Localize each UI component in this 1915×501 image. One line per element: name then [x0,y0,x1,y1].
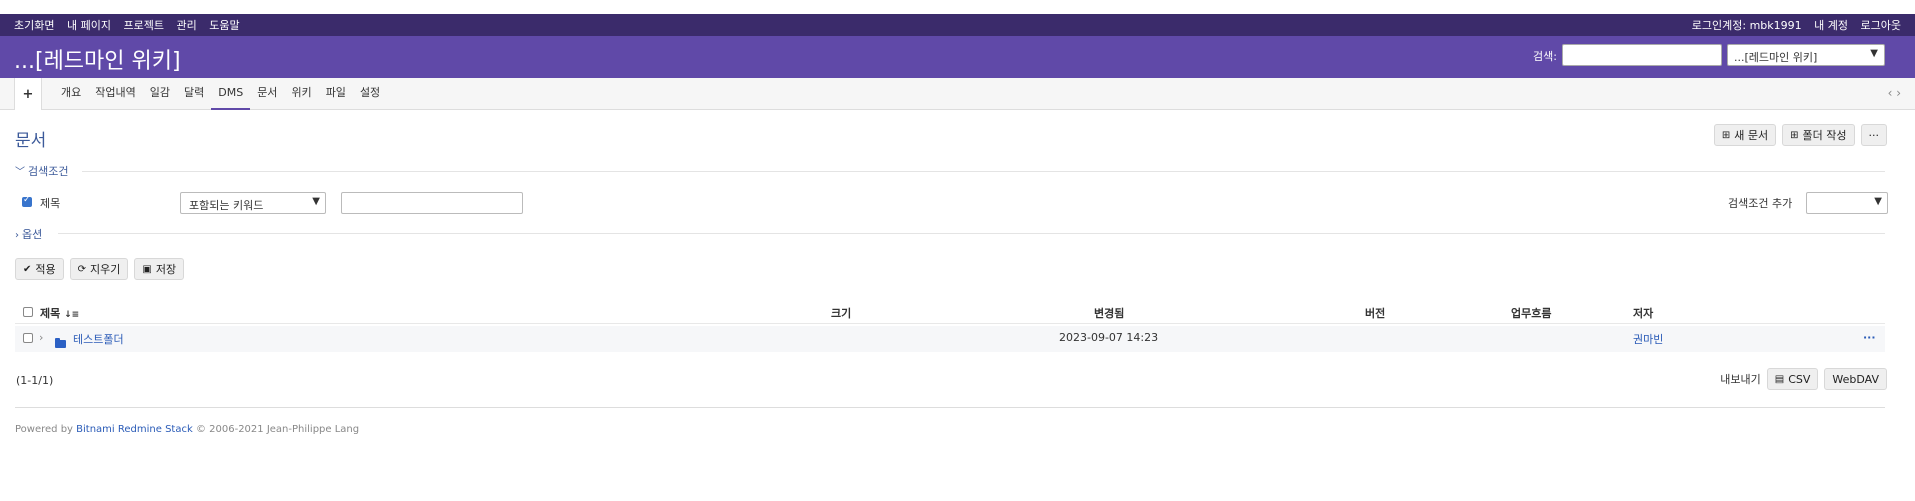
tab-issues[interactable]: 일감 [143,78,177,110]
add-filter-select[interactable]: ▼ [1806,192,1888,214]
header: ...[레드마인 위키] 검색: ...[레드마인 위키] ▼ [0,36,1915,78]
chevron-right-icon: › [15,230,19,241]
page-title: 문서 [15,131,47,151]
export-csv-label: CSV [1788,372,1811,386]
export-csv-button[interactable]: ▤ CSV [1766,368,1819,390]
footer-copyright: © 2006-2021 Jean-Philippe Lang [195,424,360,435]
row-checkbox[interactable] [23,333,33,343]
top-menu-projects[interactable]: 프로젝트 [123,19,163,32]
check-icon: ✔ [23,263,32,275]
row-author-link[interactable]: 권마빈 [1633,331,1663,347]
top-menu-links: 초기화면 내 페이지 프로젝트 관리 도움말 [14,17,249,33]
tab-dms[interactable]: DMS [211,78,251,110]
more-actions-button[interactable]: ··· [1860,124,1887,146]
search-label: 검색: [1533,50,1557,63]
file-icon: ▤ [1774,373,1785,385]
footer-product-link[interactable]: Bitnami Redmine Stack [76,424,193,435]
filter-title-checkbox[interactable] [22,195,32,207]
filter-operator-select[interactable]: 포함되는 키워드 ▼ [180,192,326,214]
plus-icon: ⊞ [1790,129,1799,141]
project-title: ...[레드마인 위키] [14,49,181,74]
top-menu-my-page[interactable]: 내 페이지 [67,19,111,32]
search-input[interactable] [1562,44,1722,66]
tab-settings[interactable]: 설정 [353,78,387,110]
tab-wiki[interactable]: 위키 [284,78,318,110]
my-account-link[interactable]: 내 계정 [1814,19,1848,32]
logged-in-as: 로그인계정: mbk1991 [1691,19,1802,32]
top-menu-home[interactable]: 초기화면 [14,19,54,32]
save-label: 저장 [155,263,177,276]
filter-title-label: 제목 [40,197,61,210]
clear-label: 지우기 [90,263,121,276]
top-menu-admin[interactable]: 관리 [176,19,196,32]
top-menu-help[interactable]: 도움말 [209,19,239,32]
export-links: 내보내기 ▤ CSV WebDAV [1720,368,1887,390]
project-jump-value: ...[레드마인 위키] [1734,51,1818,64]
filters-legend-label: 검색조건 [28,165,69,178]
table-row: › 테스트폴더 2023-09-07 14:23 권마빈 ··· [15,326,1885,352]
save-icon: ▣ [142,263,152,275]
options-divider [58,233,1885,234]
save-button[interactable]: ▣ 저장 [134,258,185,280]
tab-activity[interactable]: 작업내역 [88,78,142,110]
new-folder-button[interactable]: ⊞ 폴더 작성 [1782,124,1855,146]
column-title-label: 제목 [40,307,61,320]
logout-link[interactable]: 로그아웃 [1861,19,1901,32]
filters-divider [82,171,1885,172]
chevron-down-icon: ▼ [312,196,320,207]
new-document-button[interactable]: ⊞ 새 문서 [1713,124,1777,146]
select-all-checkbox[interactable] [23,307,33,317]
top-menu: 초기화면 내 페이지 프로젝트 관리 도움말 로그인계정: mbk1991 내 … [0,14,1915,36]
row-title-link[interactable]: 테스트폴더 [73,331,124,347]
new-folder-label: 폴더 작성 [1802,129,1847,142]
export-webdav-button[interactable]: WebDAV [1824,368,1887,390]
options-legend[interactable]: › 옵션 [15,226,42,242]
export-label: 내보내기 [1720,373,1761,386]
tab-calendar[interactable]: 달력 [177,78,211,110]
tab-files[interactable]: 파일 [319,78,353,110]
filters-legend[interactable]: ﹀ 검색조건 [15,163,68,179]
row-modified: 2023-09-07 14:23 [1059,331,1159,344]
browser-bookmark-strip [0,0,1915,14]
add-filter-label: 검색조건 추가 [1728,197,1793,210]
filter-value-input[interactable] [341,192,523,214]
column-modified[interactable]: 변경됨 [1094,305,1124,321]
footer: Powered by Bitnami Redmine Stack © 2006-… [15,424,359,435]
pagination-count: (1-1/1) [16,374,54,387]
column-author[interactable]: 저자 [1633,305,1653,321]
expand-chevron-icon[interactable]: › [39,331,43,344]
apply-button[interactable]: ✔ 적용 [15,258,64,280]
column-size[interactable]: 크기 [831,305,851,321]
row-more-button[interactable]: ··· [1863,331,1876,344]
reload-icon: ⟳ [77,263,87,275]
query-buttons: ✔ 적용 ⟳ 지우기 ▣ 저장 [15,258,185,280]
footer-powered-by: Powered by [15,424,73,435]
clear-button[interactable]: ⟳ 지우기 [69,258,129,280]
table-header: 제목 ↓≡ 크기 변경됨 버전 업무흐름 저자 [15,300,1885,324]
new-object-button[interactable]: + [14,78,42,110]
main-menu: + 개요 작업내역 일감 달력 DMS 문서 위키 파일 설정 ‹ › [0,78,1915,110]
tab-documents[interactable]: 문서 [250,78,284,110]
tab-scroll-arrows[interactable]: ‹ › [1888,86,1901,100]
new-document-label: 새 문서 [1734,129,1769,142]
project-jump-select[interactable]: ...[레드마인 위키] ▼ [1727,44,1885,66]
account-menu: 로그인계정: mbk1991 내 계정 로그아웃 [1692,17,1901,33]
column-version[interactable]: 버전 [1365,305,1385,321]
tab-overview[interactable]: 개요 [54,78,88,110]
sort-icon: ↓≡ [64,310,80,320]
column-workflow[interactable]: 업무흐름 [1511,305,1551,321]
options-legend-label: 옵션 [22,228,43,241]
column-title[interactable]: 제목 ↓≡ [40,305,79,321]
project-tabs: 개요 작업내역 일감 달력 DMS 문서 위키 파일 설정 [54,78,387,110]
chevron-down-icon: ﹀ [15,167,25,178]
apply-label: 적용 [35,263,56,276]
chevron-down-icon: ▼ [1874,196,1882,207]
filter-row-title: 제목 포함되는 키워드 ▼ 검색조건 추가 ▼ [22,192,1892,216]
footer-divider [15,407,1885,408]
filter-operator-value: 포함되는 키워드 [189,199,264,212]
page-actions: ⊞ 새 문서 ⊞ 폴더 작성 ··· [1713,124,1887,146]
chevron-down-icon: ▼ [1870,48,1878,59]
plus-icon: ⊞ [1721,129,1731,141]
